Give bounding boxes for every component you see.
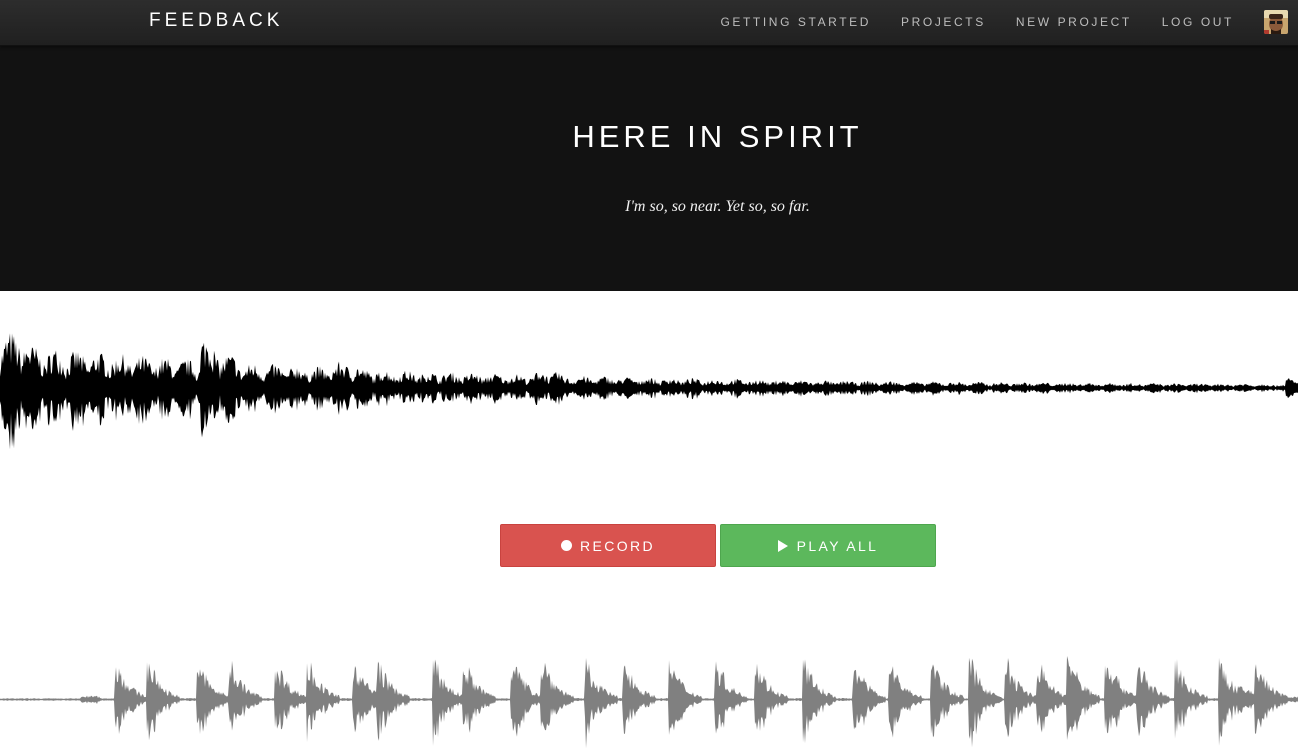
play-all-button[interactable]: PLAY ALL bbox=[720, 524, 936, 567]
play-all-button-label: PLAY ALL bbox=[796, 537, 879, 554]
nav-links: GETTING STARTED PROJECTS NEW PROJECT LOG… bbox=[690, 15, 1234, 29]
recording-controls: RECORD PLAY ALL bbox=[500, 524, 936, 567]
nav-projects[interactable]: PROJECTS bbox=[901, 15, 986, 29]
project-subtitle: I'm so, so near. Yet so, so far. bbox=[625, 198, 810, 215]
user-avatar[interactable] bbox=[1264, 10, 1288, 34]
record-button[interactable]: RECORD bbox=[500, 524, 716, 567]
track-2-waveform[interactable] bbox=[0, 648, 1298, 751]
record-button-label: RECORD bbox=[579, 537, 656, 554]
nav-new-project[interactable]: NEW PROJECT bbox=[1016, 15, 1132, 29]
nav-getting-started[interactable]: GETTING STARTED bbox=[720, 15, 871, 29]
top-navbar: FEEDBACK GETTING STARTED PROJECTS NEW PR… bbox=[0, 0, 1298, 46]
track-1-waveform[interactable] bbox=[0, 318, 1298, 458]
record-dot-icon bbox=[560, 540, 572, 551]
project-header: HERE IN SPIRIT I'm so, so near. Yet so, … bbox=[0, 46, 1298, 291]
project-title: HERE IN SPIRIT bbox=[572, 119, 863, 154]
play-triangle-icon bbox=[777, 539, 788, 552]
brand-logo[interactable]: FEEDBACK bbox=[149, 10, 283, 32]
nav-log-out[interactable]: LOG OUT bbox=[1162, 15, 1234, 29]
